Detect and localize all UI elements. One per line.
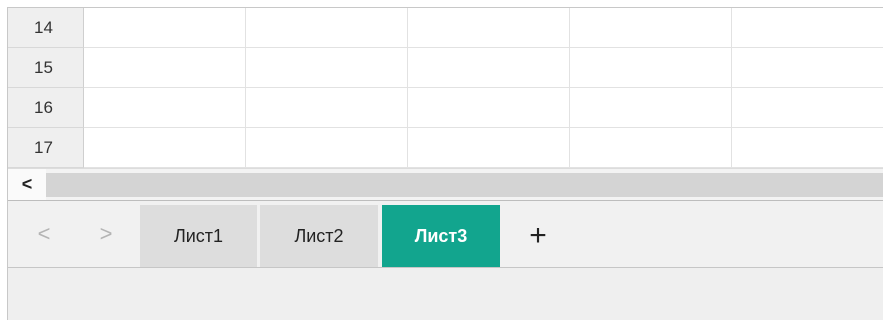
cell[interactable] [732,128,883,168]
scrollbar-thumb[interactable] [46,173,883,197]
next-sheet-icon[interactable]: > [76,201,136,267]
row-header[interactable]: 14 [8,8,84,48]
row-header[interactable]: 17 [8,128,84,168]
cell[interactable] [246,88,408,128]
cell[interactable] [570,128,732,168]
cell[interactable] [570,8,732,48]
cell[interactable] [246,128,408,168]
cell-grid: 14 15 16 17 [8,8,883,168]
cell[interactable] [84,8,246,48]
cell[interactable] [732,88,883,128]
sheet-tab[interactable]: Лист1 [140,205,257,267]
grid-row: 15 [8,48,883,88]
cell[interactable] [570,88,732,128]
sheet-tab[interactable]: Лист2 [260,205,378,267]
cell[interactable] [732,48,883,88]
cell[interactable] [246,48,408,88]
cell[interactable] [246,8,408,48]
row-header[interactable]: 15 [8,48,84,88]
cell[interactable] [84,88,246,128]
status-bar [8,268,883,320]
row-header[interactable]: 16 [8,88,84,128]
cell[interactable] [408,128,570,168]
grid-row: 16 [8,88,883,128]
cell[interactable] [84,48,246,88]
cell[interactable] [408,88,570,128]
grid-row: 14 [8,8,883,48]
cell[interactable] [570,48,732,88]
cell[interactable] [84,128,246,168]
grid-row: 17 [8,128,883,168]
add-sheet-button[interactable]: + [516,205,560,267]
sheet-tab-bar: < > Лист1 Лист2 Лист3 + [8,200,883,268]
sheet-tab-active[interactable]: Лист3 [382,205,500,267]
spreadsheet-frame: 14 15 16 17 < < > Лист1 Лист2 Лист3 + [7,7,883,320]
cell[interactable] [408,8,570,48]
scroll-left-icon[interactable]: < [8,169,46,200]
horizontal-scrollbar[interactable]: < [8,168,883,200]
prev-sheet-icon[interactable]: < [14,201,74,267]
cell[interactable] [732,8,883,48]
cell[interactable] [408,48,570,88]
